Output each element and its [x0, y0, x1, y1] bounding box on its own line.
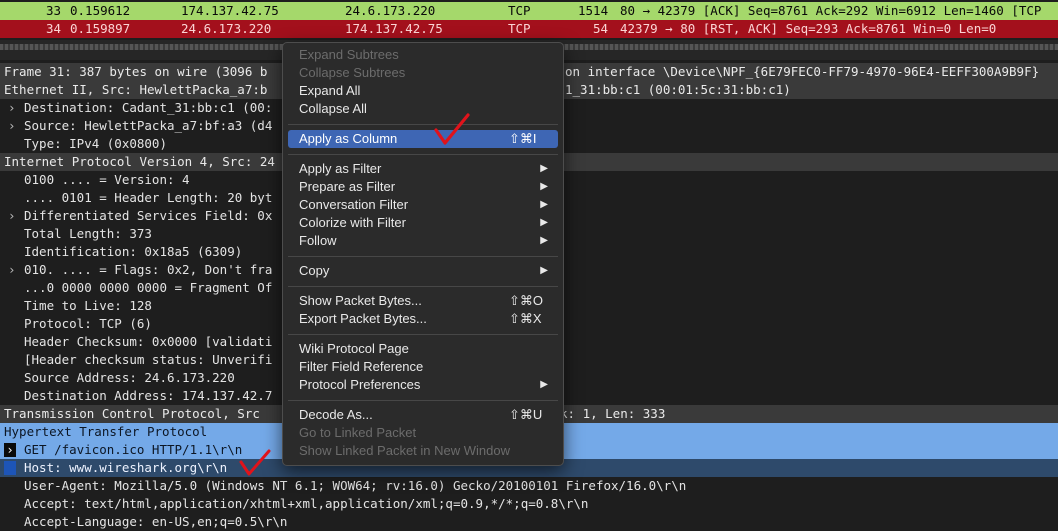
chevron-right-icon[interactable]: ›	[8, 117, 18, 135]
menu-follow[interactable]: Follow ▶	[288, 232, 558, 250]
packet-info: 42379 → 80 [RST, ACK] Seq=293 Ack=8761 W…	[620, 21, 997, 36]
submenu-arrow-icon: ▶	[540, 235, 548, 246]
packet-row-33[interactable]: 33 0.159612 174.137.42.75 24.6.173.220 T…	[0, 2, 1058, 20]
selection-marker	[4, 461, 16, 475]
menu-expand-all[interactable]: Expand All	[288, 82, 558, 100]
chevron-right-icon[interactable]: ›	[4, 443, 16, 457]
chevron-right-icon[interactable]: ›	[8, 207, 18, 225]
menu-prepare-as-filter[interactable]: Prepare as Filter ▶	[288, 178, 558, 196]
menu-collapse-all[interactable]: Collapse All	[288, 100, 558, 118]
tree-row-http-accept[interactable]: Accept: text/html,application/xhtml+xml,…	[0, 495, 1058, 513]
packet-destination: 24.6.173.220	[345, 3, 436, 18]
packet-length: 54	[593, 21, 609, 36]
menu-separator	[288, 286, 558, 287]
packet-protocol: TCP	[508, 21, 531, 36]
shortcut-label: ⇧⌘I	[509, 131, 537, 146]
submenu-arrow-icon: ▶	[540, 379, 548, 390]
menu-separator	[288, 334, 558, 335]
menu-separator	[288, 400, 558, 401]
submenu-arrow-icon: ▶	[540, 265, 548, 276]
packet-time: 0.159897	[70, 21, 131, 36]
submenu-arrow-icon: ▶	[540, 199, 548, 210]
packet-length: 1514	[578, 3, 609, 18]
chevron-right-icon[interactable]: ›	[8, 99, 18, 117]
shortcut-label: ⇧⌘U	[509, 407, 543, 422]
tree-row-http-accept-language[interactable]: Accept-Language: en-US,en;q=0.5\r\n	[0, 513, 1058, 531]
submenu-arrow-icon: ▶	[540, 163, 548, 174]
checkmark-annotation-icon	[434, 113, 470, 145]
menu-apply-as-column[interactable]: Apply as Column ⇧⌘I	[288, 130, 558, 148]
menu-protocol-preferences[interactable]: Protocol Preferences ▶	[288, 376, 558, 394]
chevron-right-icon[interactable]: ›	[8, 261, 18, 279]
packet-no: 34	[46, 21, 62, 36]
menu-apply-as-filter[interactable]: Apply as Filter ▶	[288, 160, 558, 178]
packet-no: 33	[46, 3, 62, 18]
submenu-arrow-icon: ▶	[540, 181, 548, 192]
packet-source: 174.137.42.75	[181, 3, 279, 18]
menu-separator	[288, 154, 558, 155]
context-menu[interactable]: Expand Subtrees Collapse Subtrees Expand…	[282, 42, 564, 466]
menu-copy[interactable]: Copy ▶	[288, 262, 558, 280]
packet-list[interactable]: 33 0.159612 174.137.42.75 24.6.173.220 T…	[0, 0, 1058, 40]
packet-source: 24.6.173.220	[181, 21, 272, 36]
submenu-arrow-icon: ▶	[540, 217, 548, 228]
packet-info: 80 → 42379 [ACK] Seq=8761 Ack=292 Win=69…	[620, 3, 1042, 18]
shortcut-label: ⇧⌘X	[509, 311, 542, 326]
menu-separator	[288, 124, 558, 125]
menu-decode-as[interactable]: Decode As... ⇧⌘U	[288, 406, 558, 424]
menu-export-packet-bytes[interactable]: Export Packet Bytes... ⇧⌘X	[288, 310, 558, 328]
checkmark-annotation-icon	[239, 449, 271, 476]
menu-conversation-filter[interactable]: Conversation Filter ▶	[288, 196, 558, 214]
menu-go-to-linked-packet[interactable]: Go to Linked Packet	[288, 424, 558, 442]
menu-show-linked-packet-new-window[interactable]: Show Linked Packet in New Window	[288, 442, 558, 460]
menu-wiki-protocol-page[interactable]: Wiki Protocol Page	[288, 340, 558, 358]
menu-filter-field-reference[interactable]: Filter Field Reference	[288, 358, 558, 376]
menu-expand-subtrees[interactable]: Expand Subtrees	[288, 46, 558, 64]
tree-row-http-user-agent[interactable]: User-Agent: Mozilla/5.0 (Windows NT 6.1;…	[0, 477, 1058, 495]
menu-show-packet-bytes[interactable]: Show Packet Bytes... ⇧⌘O	[288, 292, 558, 310]
menu-colorize-with-filter[interactable]: Colorize with Filter ▶	[288, 214, 558, 232]
packet-time: 0.159612	[70, 3, 131, 18]
menu-collapse-subtrees[interactable]: Collapse Subtrees	[288, 64, 558, 82]
menu-separator	[288, 256, 558, 257]
packet-row-34[interactable]: 34 0.159897 24.6.173.220 174.137.42.75 T…	[0, 20, 1058, 38]
packet-destination: 174.137.42.75	[345, 21, 443, 36]
shortcut-label: ⇧⌘O	[509, 293, 544, 308]
packet-protocol: TCP	[508, 3, 531, 18]
